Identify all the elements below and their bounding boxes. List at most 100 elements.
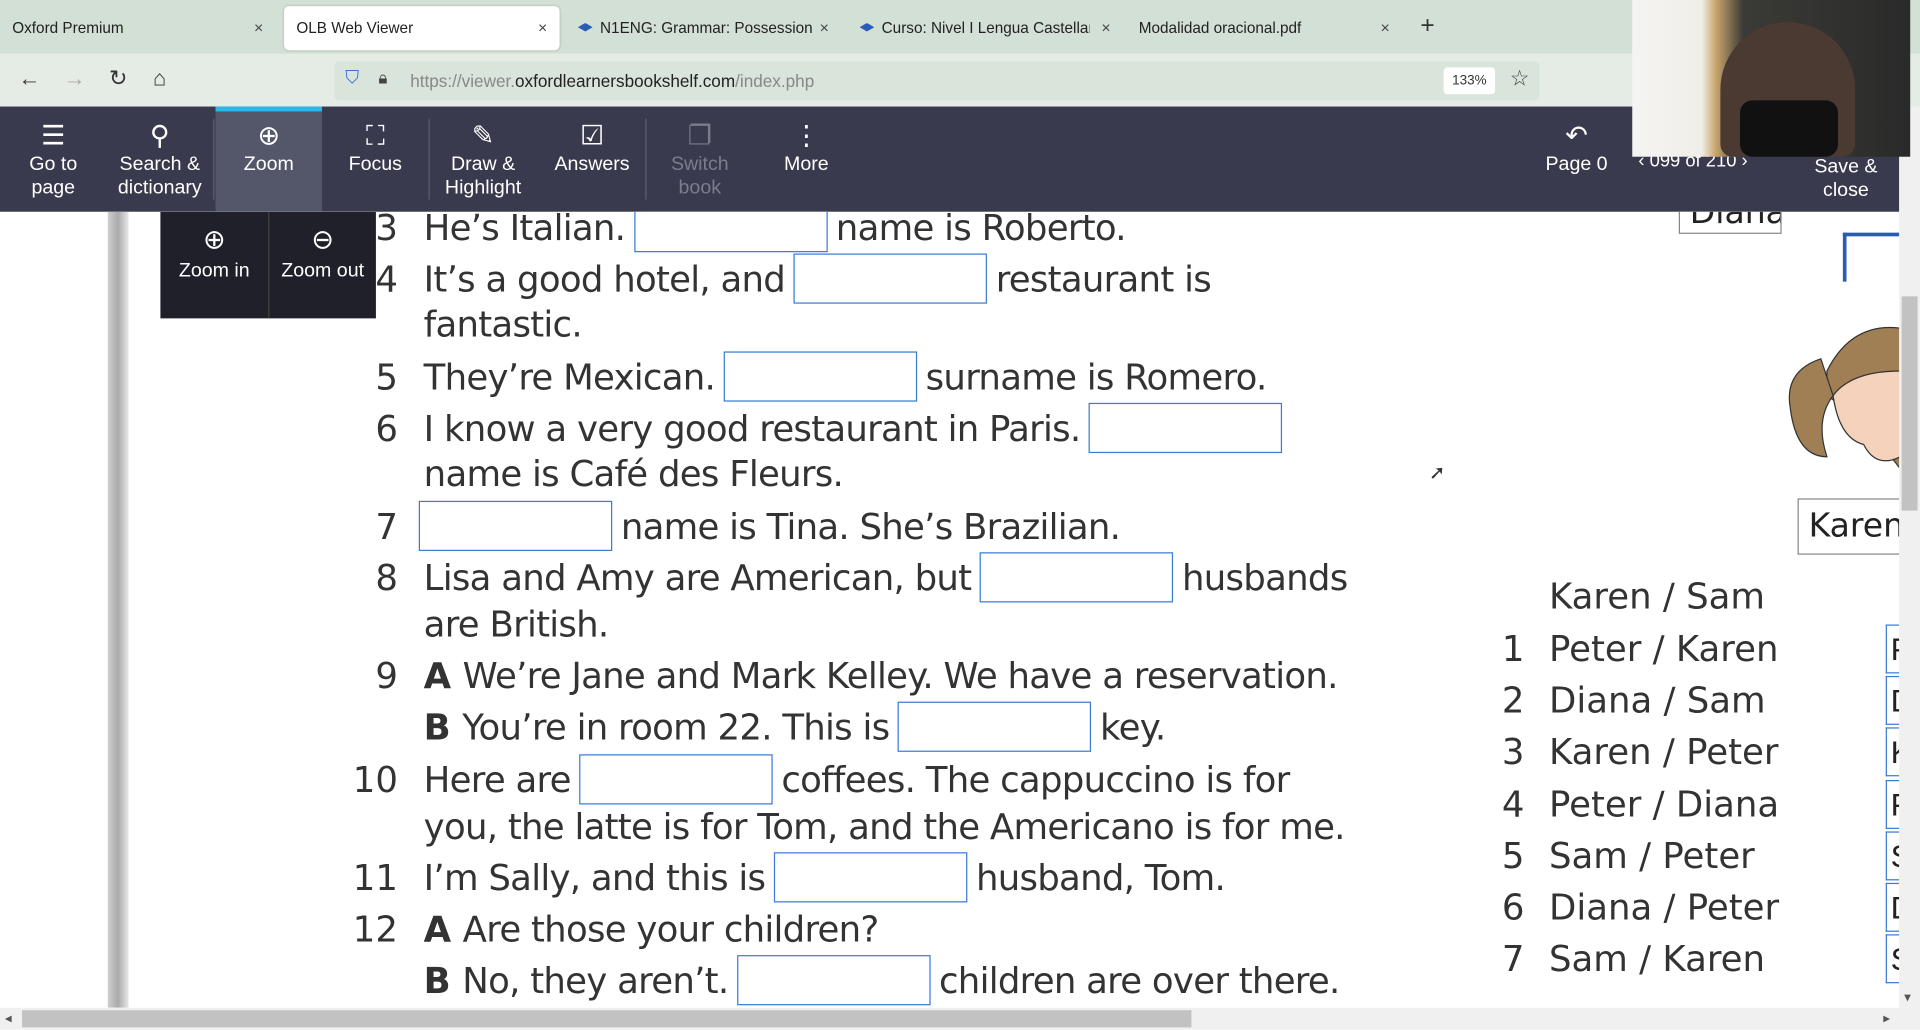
pair-answer-box[interactable]: K bbox=[1885, 727, 1900, 777]
pair-number: 2 bbox=[1501, 679, 1525, 722]
answer-input[interactable] bbox=[736, 954, 931, 1005]
sentence-text: name is Roberto. bbox=[835, 211, 1127, 249]
save-close-label: Save & close bbox=[1814, 156, 1878, 201]
forward-icon[interactable]: → bbox=[64, 66, 86, 92]
close-tab-icon[interactable]: × bbox=[820, 6, 829, 50]
answer-input[interactable] bbox=[979, 551, 1174, 602]
more-icon: ⋮ bbox=[792, 120, 820, 151]
item-number: 11 bbox=[352, 857, 398, 899]
tab-oxford-premium[interactable]: Oxford Premium × bbox=[0, 6, 276, 50]
shield-icon: ⛉ bbox=[345, 67, 360, 89]
return-arrow-icon: ↶ bbox=[1565, 120, 1588, 151]
toolbar-search-dictionary-button[interactable]: ⚲ Search & dictionary bbox=[107, 107, 214, 212]
toolbar-label: Focus bbox=[348, 154, 402, 176]
sentence-text: We’re Jane and Mark Kelley. We have a re… bbox=[462, 655, 1339, 697]
sentence-text: I know a very good restaurant in Paris. bbox=[423, 407, 1082, 450]
back-icon[interactable]: ← bbox=[18, 66, 40, 92]
mouse-cursor: ➚ bbox=[1428, 462, 1446, 484]
pair-answer-box[interactable]: P bbox=[1885, 780, 1900, 829]
close-tab-icon[interactable]: × bbox=[1380, 6, 1389, 50]
toolbar-label: Switch book bbox=[670, 154, 729, 199]
scroll-thumb[interactable] bbox=[1901, 296, 1918, 511]
pair-answer-box[interactable]: S bbox=[1885, 831, 1900, 881]
sentence-text: Here are bbox=[423, 759, 572, 801]
exercise-line: fantastic. bbox=[424, 300, 583, 349]
url-bar[interactable]: ⛉ 🔒︎ https://viewer.oxfordlearnersbooksh… bbox=[334, 61, 1540, 101]
item-number: 6 bbox=[375, 407, 398, 450]
exercise-line: He’s Italian. name is Roberto. bbox=[424, 211, 1127, 252]
toolbar-switch-book-button[interactable]: ❐ Switch book bbox=[647, 107, 754, 212]
exercise-line: Here are coffees. The cappuccino is for bbox=[423, 753, 1290, 805]
answer-input[interactable] bbox=[897, 701, 1092, 752]
pair-number: 7 bbox=[1501, 937, 1525, 980]
answer-input[interactable] bbox=[793, 252, 988, 304]
exercise-line: A We’re Jane and Mark Kelley. We have a r… bbox=[423, 651, 1339, 700]
tab-n1eng-grammar[interactable]: N1ENG: Grammar: Possession × bbox=[566, 6, 842, 50]
pair-text: Sam / Karen bbox=[1548, 937, 1766, 980]
answer-input[interactable] bbox=[418, 500, 613, 551]
toolbar-zoom-button[interactable]: ⊕ Zoom bbox=[215, 106, 323, 212]
toolbar-more-button[interactable]: ⋮ More bbox=[753, 107, 860, 212]
zoom-in-icon: ⊕ bbox=[202, 224, 226, 255]
speaker-label: B bbox=[423, 960, 451, 1002]
speaker-label: B bbox=[423, 706, 451, 749]
new-tab-button[interactable]: + bbox=[1420, 12, 1434, 40]
close-tab-icon[interactable]: × bbox=[1101, 6, 1110, 50]
back-to-page-button[interactable]: ↶ Page 0 bbox=[1531, 107, 1623, 212]
pair-text: Diana / Sam bbox=[1548, 679, 1766, 722]
sentence-text: It’s a good hotel, and bbox=[423, 258, 786, 301]
item-number: 10 bbox=[352, 759, 398, 801]
pair-answer-box[interactable]: P bbox=[1885, 624, 1900, 674]
scroll-right-icon[interactable]: ▸ bbox=[1883, 1010, 1890, 1026]
tab-modalidad-pdf[interactable]: Modalidad oracional.pdf × bbox=[1127, 6, 1403, 50]
pair-answer-box[interactable]: S bbox=[1885, 934, 1900, 984]
toolbar-draw-highlight-button[interactable]: ✎ Draw & Highlight bbox=[430, 107, 537, 212]
zoom-level-badge[interactable]: 133% bbox=[1443, 67, 1496, 95]
toolbar-focus-button[interactable]: ⛶ Focus bbox=[322, 107, 429, 212]
pair-answer-box[interactable]: D bbox=[1885, 675, 1900, 725]
answers-icon: ☑ bbox=[579, 120, 605, 151]
vertical-scrollbar[interactable]: ▾ bbox=[1899, 106, 1920, 1008]
tab-label: Curso: Nivel I Lengua Castellana bbox=[881, 19, 1090, 37]
answer-input[interactable] bbox=[579, 753, 773, 804]
home-icon[interactable]: ⌂ bbox=[153, 66, 166, 92]
sentence-text: surname is Romero. bbox=[925, 356, 1268, 398]
blue-bracket bbox=[1842, 232, 1900, 282]
pair-number: 6 bbox=[1501, 886, 1525, 929]
close-tab-icon[interactable]: × bbox=[254, 6, 263, 50]
zoom-out-icon: ⊖ bbox=[311, 224, 334, 255]
bookmark-star-icon[interactable]: ☆ bbox=[1510, 66, 1530, 92]
answer-input[interactable] bbox=[773, 851, 968, 902]
scroll-left-icon[interactable]: ◂ bbox=[5, 1010, 12, 1026]
answer-input[interactable] bbox=[1089, 402, 1283, 453]
scroll-thumb[interactable] bbox=[22, 1010, 1192, 1028]
sentence-text: restaurant is bbox=[995, 258, 1212, 301]
speaker-label: A bbox=[423, 655, 451, 697]
webcam-overlay bbox=[1632, 0, 1911, 157]
reload-icon[interactable]: ↻ bbox=[109, 66, 127, 92]
pair-number: 5 bbox=[1501, 835, 1525, 877]
toolbar-go-to-page-button[interactable]: ☰ Go to page bbox=[0, 107, 107, 212]
pair-number: 3 bbox=[1501, 731, 1525, 773]
answer-input[interactable] bbox=[633, 211, 828, 252]
search-icon: ⚲ bbox=[149, 120, 170, 151]
exercise-line: Lisa and Amy are American, but husbands bbox=[424, 551, 1348, 602]
toolbar-answers-button[interactable]: ☑ Answers bbox=[539, 107, 646, 212]
pair-answer-box[interactable]: D bbox=[1885, 882, 1900, 932]
horizontal-scrollbar[interactable]: ◂ ▸ bbox=[0, 1007, 1920, 1030]
name-label-karen: Karen bbox=[1797, 498, 1900, 555]
answer-input[interactable] bbox=[723, 350, 918, 402]
pair-text: Sam / Peter bbox=[1548, 835, 1755, 877]
scroll-down-icon[interactable]: ▾ bbox=[1904, 989, 1911, 1006]
tab-olb-web-viewer[interactable]: OLB Web Viewer × bbox=[284, 6, 560, 51]
toolbar-label: Go to page bbox=[29, 154, 78, 199]
exercise-line: B You’re in room 22. This is key. bbox=[423, 701, 1166, 752]
face-mask bbox=[1740, 100, 1838, 157]
toolbar-label: More bbox=[783, 154, 829, 176]
zoom-in-button[interactable]: ⊕ Zoom in bbox=[160, 212, 268, 319]
zoom-out-button[interactable]: ⊖ Zoom out bbox=[268, 211, 376, 319]
sentence-text: No, they aren’t. bbox=[462, 960, 729, 1002]
tab-curso-nivel[interactable]: Curso: Nivel I Lengua Castellana × bbox=[847, 6, 1123, 50]
close-tab-icon[interactable]: × bbox=[538, 6, 547, 50]
item-number: 9 bbox=[375, 655, 398, 697]
